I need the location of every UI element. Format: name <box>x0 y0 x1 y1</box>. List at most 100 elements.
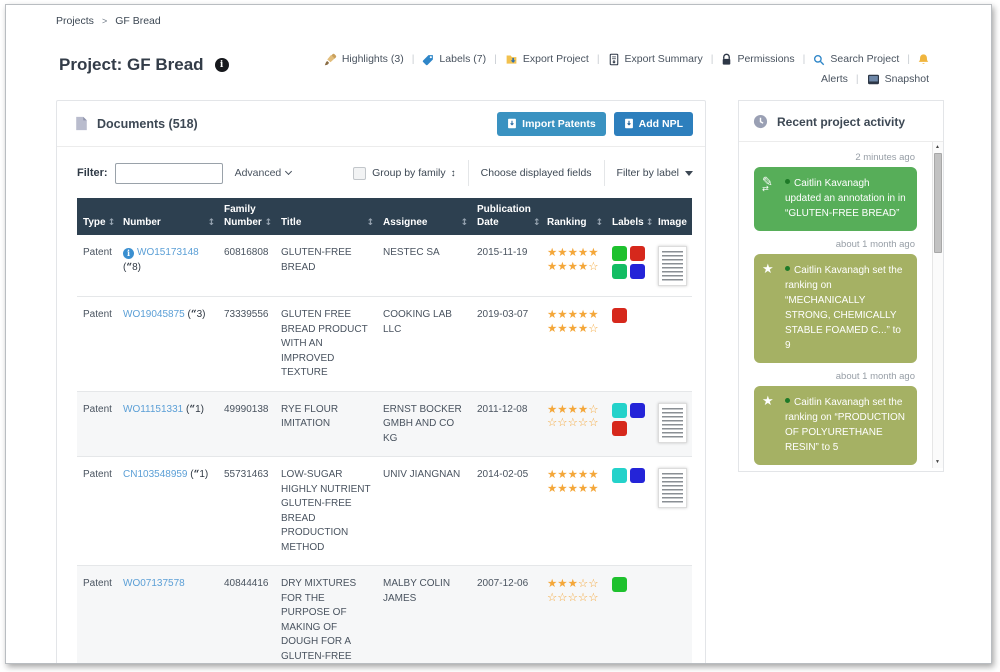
add-npl-label: Add NPL <box>639 118 683 130</box>
export-summary-button[interactable]: Export Summary <box>608 51 703 68</box>
scrollbar-thumb[interactable] <box>934 153 942 253</box>
labels-group <box>612 308 648 323</box>
label-blue[interactable] <box>630 264 645 279</box>
label-cyan[interactable] <box>612 468 627 483</box>
alerts-label: Alerts <box>821 71 848 88</box>
column-header-number[interactable]: Number ↕ <box>117 198 218 235</box>
table-row: PatentWO0713757840844416DRY MIXTURES FOR… <box>77 565 692 664</box>
cell-number: WO07137578 <box>117 566 218 664</box>
ranking-stars[interactable]: ★★★★★★★★★☆ <box>547 308 603 336</box>
sort-icon[interactable]: ↕ <box>366 218 374 229</box>
cell-labels <box>606 392 652 457</box>
sort-icon[interactable]: ↕ <box>595 218 603 229</box>
patent-number-link[interactable]: WO07137578 <box>123 578 185 589</box>
cell-family-number: 49990138 <box>218 392 275 457</box>
advanced-dropdown[interactable]: Advanced <box>235 167 292 179</box>
label-red[interactable] <box>612 421 627 436</box>
cell-family-number: 73339556 <box>218 297 275 391</box>
cell-type: Patent <box>77 457 117 565</box>
filter-input[interactable] <box>115 163 223 184</box>
info-icon[interactable]: i <box>123 248 134 259</box>
labels-group <box>612 246 648 279</box>
column-header-assignee[interactable]: Assignee↕ <box>377 198 471 235</box>
column-header-title[interactable]: Title↕ <box>275 198 377 235</box>
activity-card[interactable]: ★Caitlin Kavanagh set the ranking on “ME… <box>754 254 917 363</box>
cell-publication-date: 2007-12-06 <box>471 566 541 664</box>
search-project-button[interactable]: Search Project <box>813 51 899 68</box>
ranking-stars[interactable]: ★★★★★★★★★★ <box>547 468 603 496</box>
column-header-type[interactable]: Type↕ <box>77 198 117 235</box>
cell-family-number: 55731463 <box>218 457 275 565</box>
patent-number-link[interactable]: WO15173148 <box>137 247 199 258</box>
label-green[interactable] <box>612 577 627 592</box>
project-info-icon[interactable]: i <box>215 58 229 72</box>
cell-image <box>652 297 690 391</box>
cell-assignee: COOKING LAB LLC <box>377 297 471 391</box>
choose-displayed-fields-button[interactable]: Choose displayed fields <box>481 167 592 179</box>
breadcrumb-current[interactable]: GF Bread <box>115 15 161 27</box>
sort-icon[interactable]: ↕ <box>460 218 468 229</box>
cell-image <box>652 392 690 457</box>
bell-icon[interactable] <box>918 53 929 66</box>
breadcrumb: Projects > GF Bread <box>56 15 161 27</box>
patent-image-thumbnail[interactable] <box>658 246 687 286</box>
activity-list-inner: 2 minutes ago✎⇄Caitlin Kavanagh updated … <box>754 152 917 468</box>
label-emerald[interactable] <box>612 264 627 279</box>
column-label-number: Number <box>123 217 161 230</box>
documents-count-label: Documents (518) <box>97 117 198 131</box>
activity-text: Caitlin Kavanagh updated an annotation i… <box>785 178 906 219</box>
sort-icon[interactable]: ↕ <box>207 218 215 229</box>
cell-type: Patent <box>77 297 117 391</box>
patent-image-thumbnail[interactable] <box>658 403 687 443</box>
activity-card[interactable]: ★Caitlin Kavanagh set the ranking on “PR… <box>754 386 917 465</box>
breadcrumb-projects[interactable]: Projects <box>56 15 94 27</box>
export-project-button[interactable]: Export Project <box>505 51 589 68</box>
label-red[interactable] <box>612 308 627 323</box>
labels-button[interactable]: Labels (7) <box>422 51 486 68</box>
tag-icon <box>422 54 434 66</box>
sort-icon[interactable]: ↕ <box>264 218 272 229</box>
divider: | <box>803 51 806 68</box>
chevron-down-icon <box>285 168 292 175</box>
permissions-button[interactable]: Permissions <box>721 51 794 68</box>
group-by-family-checkbox[interactable] <box>353 167 366 180</box>
column-header-ranking[interactable]: Ranking↕ <box>541 198 606 235</box>
sort-icon[interactable]: ↕ <box>533 218 541 229</box>
cell-title: DRY MIXTURES FOR THE PURPOSE OF MAKING O… <box>275 566 377 664</box>
cell-title: LOW-SUGAR HIGHLY NUTRIENT GLUTEN-FREE BR… <box>275 457 377 565</box>
patent-number-link[interactable]: WO19045875 <box>123 309 185 320</box>
patent-image-thumbnail[interactable] <box>658 468 687 508</box>
column-header-date[interactable]: Publication Date↕ <box>471 198 541 235</box>
ranking-stars[interactable]: ★★★★☆☆☆☆☆☆ <box>547 403 603 431</box>
ranking-stars[interactable]: ★★★☆☆☆☆☆☆☆ <box>547 577 603 605</box>
breadcrumb-separator: > <box>102 16 107 26</box>
permissions-label: Permissions <box>737 51 794 68</box>
ranking-stars[interactable]: ★★★★★★★★★☆ <box>547 246 603 274</box>
cell-type: Patent <box>77 235 117 296</box>
label-green[interactable] <box>612 246 627 261</box>
add-npl-button[interactable]: Add NPL <box>614 112 693 136</box>
label-blue[interactable] <box>630 403 645 418</box>
label-cyan[interactable] <box>612 403 627 418</box>
column-header-labels[interactable]: Labels↕ <box>606 198 652 235</box>
activity-card[interactable]: ✎⇄Caitlin Kavanagh updated an annotation… <box>754 167 917 231</box>
label-red[interactable] <box>630 246 645 261</box>
snapshot-button[interactable]: Snapshot <box>867 71 929 88</box>
column-header-family[interactable]: Family Number↕ <box>218 198 275 235</box>
label-blue[interactable] <box>630 468 645 483</box>
alerts-button[interactable]: Alerts <box>821 71 848 88</box>
scroll-down-arrow[interactable]: ▼ <box>935 460 940 465</box>
divider: | <box>907 51 910 68</box>
activity-scrollbar[interactable]: ▲ ▼ <box>932 142 943 468</box>
document-download-icon <box>608 53 620 66</box>
import-patents-button[interactable]: Import Patents <box>497 112 606 136</box>
filter-by-label-dropdown[interactable]: Filter by label <box>617 166 693 180</box>
cell-type: Patent <box>77 392 117 457</box>
patent-number-link[interactable]: CN103548959 <box>123 469 188 480</box>
sort-icon[interactable]: ↕ <box>108 218 116 229</box>
divider <box>468 160 469 186</box>
highlights-button[interactable]: Highlights (3) <box>324 51 404 68</box>
brush-icon <box>324 53 337 66</box>
patent-number-link[interactable]: WO11151331 <box>123 404 183 415</box>
scroll-up-arrow[interactable]: ▲ <box>935 145 940 150</box>
